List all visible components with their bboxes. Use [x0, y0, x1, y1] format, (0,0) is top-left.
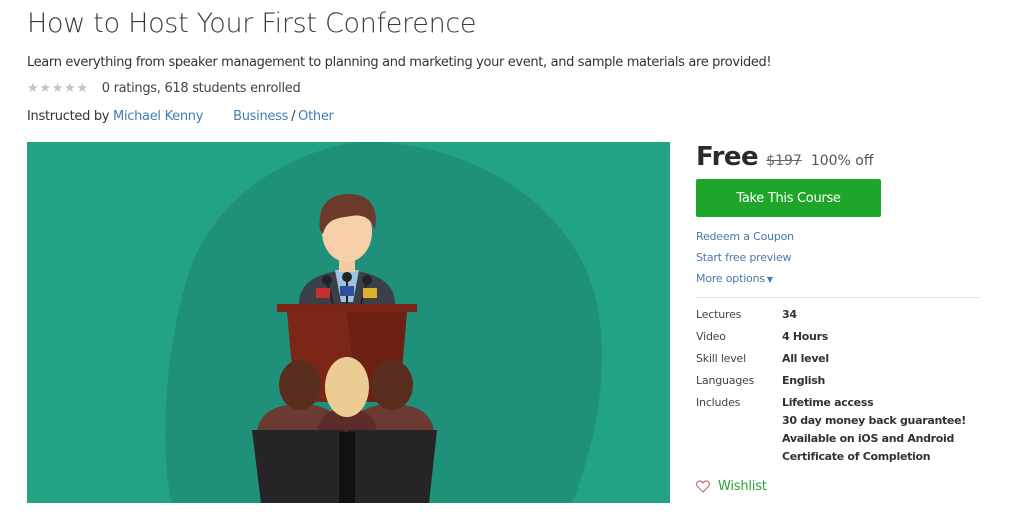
course-subtitle: Learn everything from speaker management… — [27, 55, 772, 70]
instructor-prefix: Instructed by — [27, 109, 110, 124]
divider — [696, 297, 980, 298]
includes-item: Certificate of Completion — [782, 450, 931, 463]
more-options-label: More options — [696, 272, 765, 285]
includes-list: Lifetime access 30 day money back guaran… — [782, 396, 966, 468]
audience — [252, 357, 437, 503]
rating-row: ★ ★ ★ ★ ★ 0 ratings, 618 students enroll… — [27, 80, 301, 96]
detail-value: 34 — [782, 308, 797, 321]
course-title: How to Host Your First Conference — [27, 8, 477, 39]
detail-row-languages: Languages English — [696, 374, 966, 396]
category-link-other[interactable]: Other — [298, 109, 334, 124]
detail-value: English — [782, 374, 826, 387]
star-icon: ★ — [76, 80, 88, 96]
includes-item: Lifetime access — [782, 396, 874, 409]
price-row: Free $197 100% off — [696, 142, 874, 172]
current-price: Free — [696, 142, 759, 172]
includes-item: Available on iOS and Android — [782, 432, 955, 445]
redeem-coupon-link[interactable]: Redeem a Coupon — [696, 230, 794, 251]
caret-down-icon: ▼ — [766, 275, 773, 284]
start-free-preview-link[interactable]: Start free preview — [696, 251, 794, 272]
star-icon: ★ — [27, 80, 39, 96]
detail-label: Includes — [696, 396, 741, 409]
instructor-link[interactable]: Michael Kenny — [113, 109, 203, 124]
speaker-illustration — [165, 142, 603, 503]
more-options-dropdown[interactable]: More options ▼ — [696, 272, 794, 293]
category-breadcrumb: Business / Other — [233, 109, 334, 124]
wishlist-button[interactable]: Wishlist — [696, 479, 767, 494]
heart-outline-icon — [696, 480, 710, 493]
original-price: $197 — [766, 153, 802, 169]
instructor-row: Instructed by Michael Kenny Business / Oth… — [27, 109, 334, 124]
detail-label: Lectures — [696, 308, 742, 321]
take-this-course-button[interactable]: Take This Course — [696, 179, 881, 217]
detail-label: Skill level — [696, 352, 746, 365]
course-hero-image[interactable] — [27, 142, 670, 503]
purchase-links: Redeem a Coupon Start free preview More … — [696, 230, 794, 293]
detail-label: Video — [696, 330, 726, 343]
detail-value: All level — [782, 352, 829, 365]
detail-row-lectures: Lectures 34 — [696, 308, 966, 330]
detail-row-includes: Includes Lifetime access 30 day money ba… — [696, 396, 966, 468]
star-rating: ★ ★ ★ ★ ★ — [27, 80, 88, 96]
star-icon: ★ — [51, 80, 64, 96]
star-icon: ★ — [39, 80, 51, 96]
star-icon: ★ — [64, 80, 76, 96]
rating-summary: 0 ratings, 618 students enrolled — [101, 81, 301, 96]
wishlist-label: Wishlist — [718, 479, 767, 494]
includes-item: 30 day money back guarantee! — [782, 414, 966, 427]
detail-value: 4 Hours — [782, 330, 828, 343]
breadcrumb-separator: / — [291, 109, 296, 124]
discount-label: 100% off — [810, 153, 874, 169]
detail-row-skill-level: Skill level All level — [696, 352, 966, 374]
detail-label: Languages — [696, 374, 755, 387]
course-details: Lectures 34 Video 4 Hours Skill level Al… — [696, 308, 966, 468]
detail-row-video: Video 4 Hours — [696, 330, 966, 352]
category-link-business[interactable]: Business — [233, 109, 288, 124]
